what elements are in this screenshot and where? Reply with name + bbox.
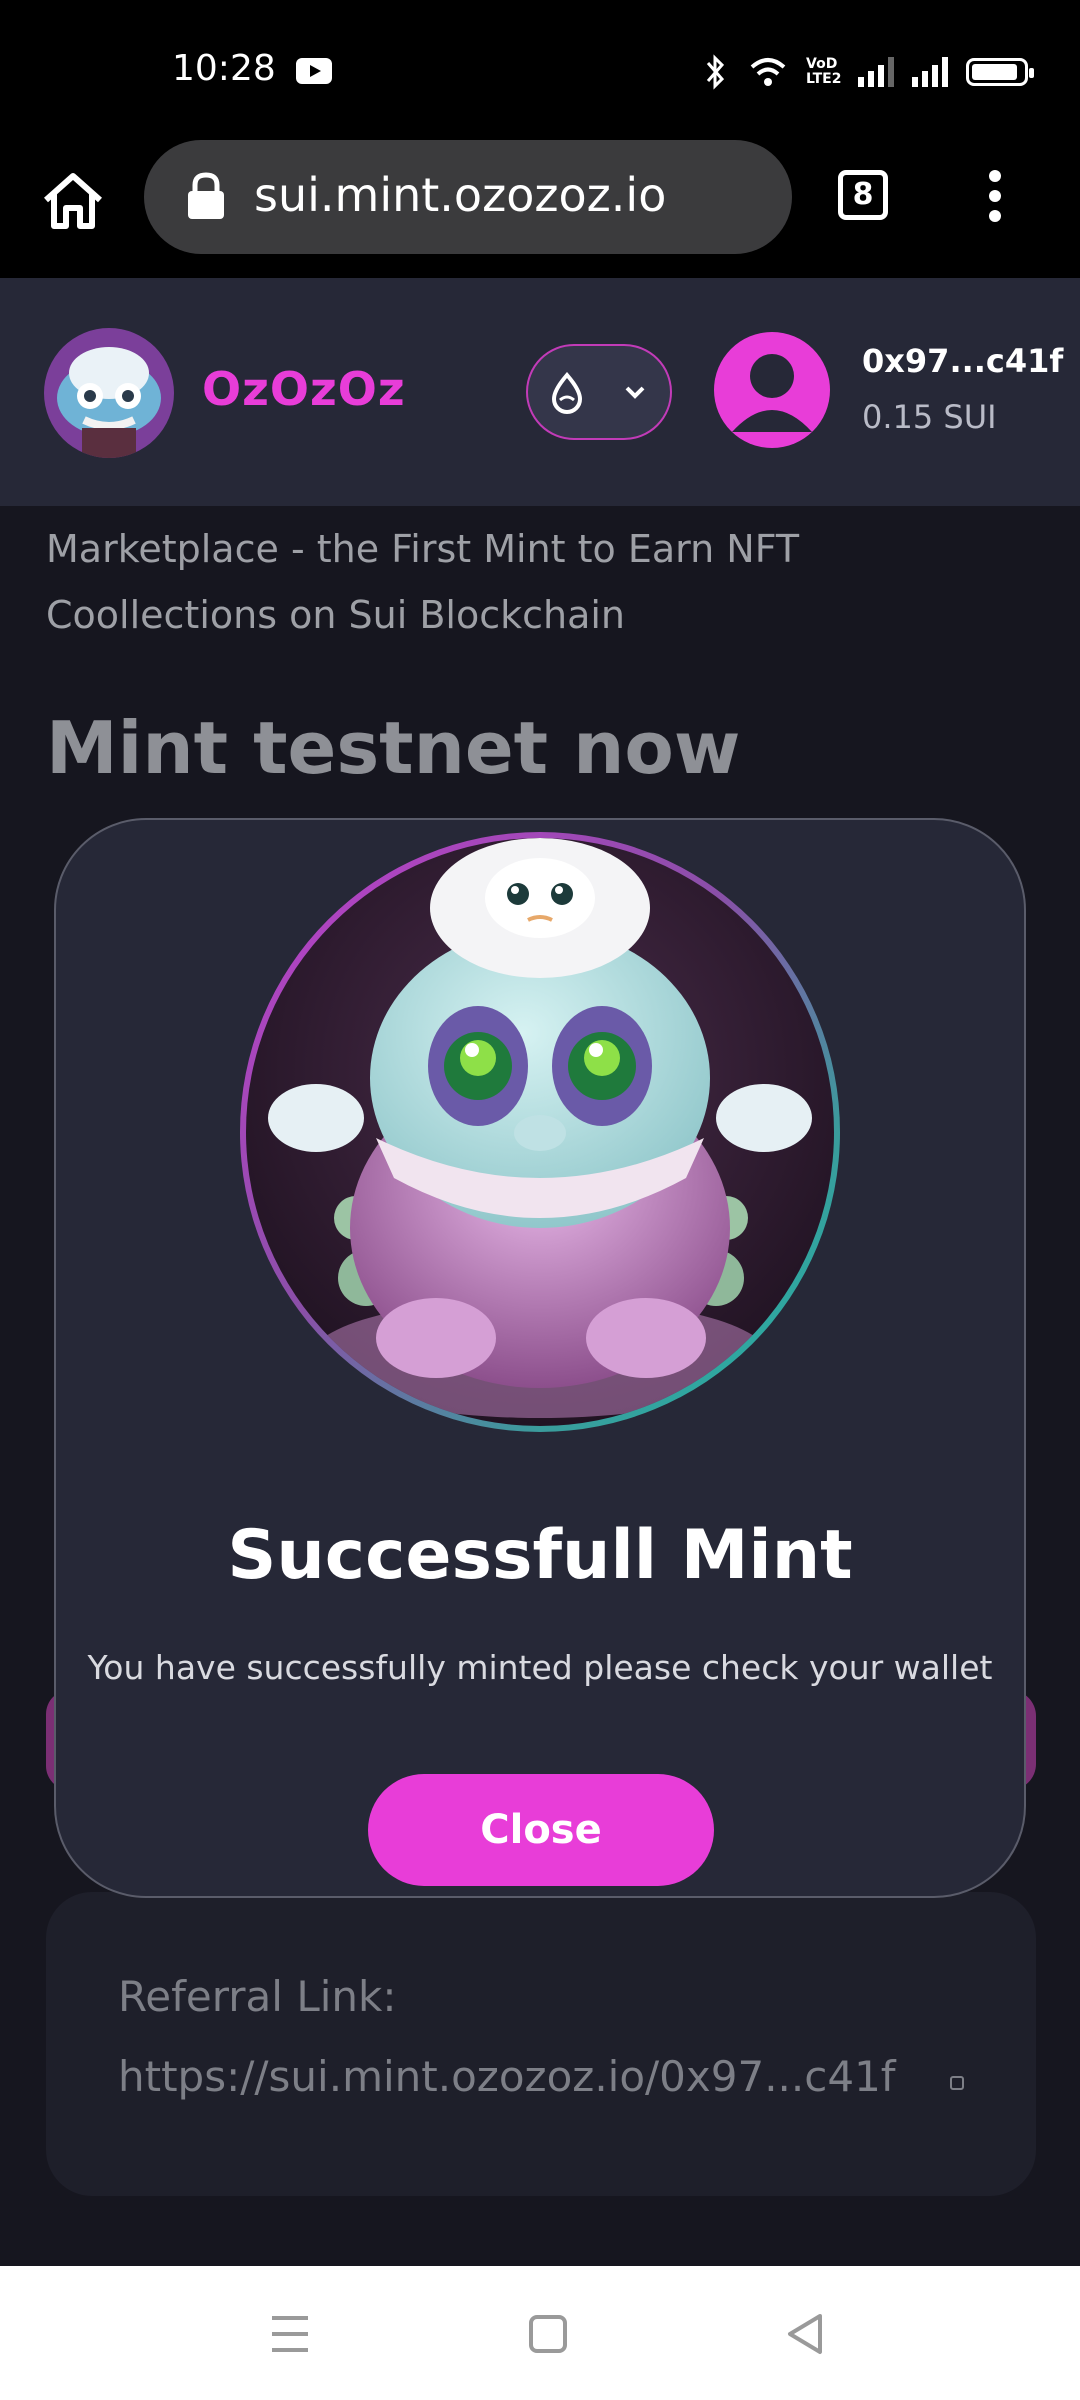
- brand-logo[interactable]: [44, 328, 174, 458]
- browser-menu-icon[interactable]: [980, 166, 1010, 228]
- wifi-icon: [750, 58, 786, 86]
- referral-card: Referral Link: https://sui.mint.ozozoz.i…: [46, 1892, 1036, 2196]
- signal-icon-1: [858, 57, 894, 87]
- youtube-notification-icon: [296, 58, 332, 84]
- home-square-icon[interactable]: [518, 2304, 578, 2364]
- nft-image: [246, 838, 834, 1426]
- sui-drop-icon: [551, 372, 583, 414]
- site-header: OzOzOz 0x97...c41f 0.15 SUI: [0, 278, 1080, 506]
- wallet-avatar-icon[interactable]: [714, 332, 830, 448]
- page-footer-area: [0, 2196, 1080, 2266]
- chevron-down-icon: [625, 386, 645, 399]
- wallet-balance: 0.15 SUI: [862, 398, 997, 436]
- modal-message: You have successfully minted please chec…: [87, 1648, 993, 1687]
- menu-icon[interactable]: [260, 2304, 320, 2364]
- brand-name[interactable]: OzOzOz: [202, 362, 406, 416]
- copy-icon[interactable]: [950, 2076, 964, 2090]
- status-icons: VoD LTE2: [700, 52, 1034, 92]
- network-selector[interactable]: [526, 344, 672, 440]
- tab-switcher-button[interactable]: 8: [838, 170, 888, 220]
- address-bar[interactable]: sui.mint.ozozoz.io: [144, 140, 792, 254]
- modal-title: Successfull Mint: [227, 1516, 853, 1595]
- status-time: 10:28: [172, 48, 276, 89]
- lock-icon[interactable]: [186, 172, 226, 220]
- back-icon[interactable]: [776, 2304, 836, 2364]
- system-navigation-bar: [0, 2266, 1080, 2400]
- lte-indicator: VoD LTE2: [806, 56, 842, 87]
- signal-icon-2: [912, 57, 948, 87]
- page-subtitle: Marketplace - the First Mint to Earn NFT…: [46, 527, 800, 637]
- nft-image-frame: [240, 832, 840, 1432]
- referral-label: Referral Link:: [118, 1972, 397, 2021]
- success-modal: Successfull Mint You have successfully m…: [54, 818, 1026, 1898]
- close-button[interactable]: Close: [368, 1774, 714, 1886]
- battery-icon: [966, 58, 1034, 86]
- url-text[interactable]: sui.mint.ozozoz.io: [254, 168, 666, 222]
- home-icon[interactable]: [38, 166, 108, 236]
- status-bar: 10:28 VoD LTE2: [0, 0, 1080, 140]
- referral-link[interactable]: https://sui.mint.ozozoz.io/0x97...c41f: [118, 2052, 896, 2101]
- bluetooth-icon: [706, 54, 725, 90]
- browser-toolbar: sui.mint.ozozoz.io 8: [0, 140, 1080, 278]
- page-heading: Mint testnet now: [46, 706, 741, 790]
- wallet-address[interactable]: 0x97...c41f: [862, 342, 1063, 380]
